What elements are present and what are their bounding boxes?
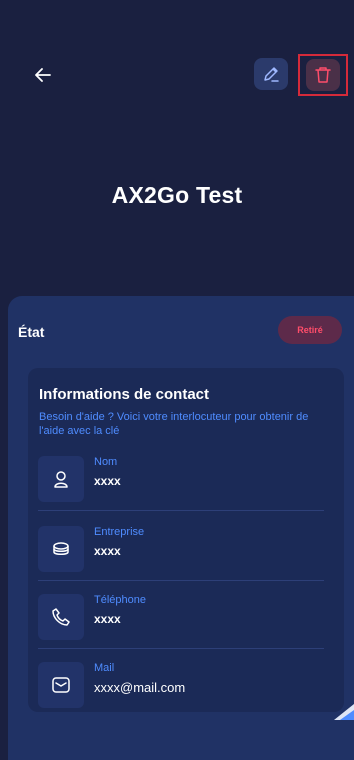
contact-value: xxxx: [94, 474, 121, 488]
contact-value: xxxx: [94, 544, 121, 558]
header-area: AX2Go Test: [0, 0, 354, 300]
contact-row-phone[interactable]: Téléphone xxxx: [38, 590, 326, 650]
contact-subtitle: Besoin d'aide ? Voici votre interlocuteu…: [39, 411, 309, 437]
divider: [38, 510, 324, 511]
edit-button[interactable]: [254, 58, 288, 90]
back-button[interactable]: [28, 60, 58, 90]
phone-icon: [38, 594, 84, 640]
trash-icon: [315, 67, 331, 83]
delete-button[interactable]: [306, 59, 340, 91]
state-row: État Retiré: [18, 316, 342, 348]
building-icon: [38, 526, 84, 572]
contact-title: Informations de contact: [39, 386, 210, 403]
mail-icon: [38, 662, 84, 708]
contact-card: Informations de contact Besoin d'aide ? …: [28, 368, 344, 712]
user-icon: [38, 456, 84, 502]
contact-label: Téléphone: [94, 594, 146, 606]
status-badge: Retiré: [278, 316, 342, 344]
arrow-left-icon: [35, 68, 51, 82]
corner-decoration: [334, 704, 354, 720]
divider: [38, 580, 324, 581]
page-title: AX2Go Test: [111, 182, 243, 208]
contact-row-name: Nom xxxx: [38, 452, 326, 512]
state-label: État: [18, 324, 45, 340]
contact-row-company: Entreprise xxxx: [38, 522, 326, 582]
pencil-icon: [264, 67, 279, 82]
contact-label: Nom: [94, 456, 118, 468]
divider: [38, 648, 324, 649]
contact-label: Entreprise: [94, 526, 145, 538]
delete-button-highlight: [298, 54, 348, 96]
contact-label: Mail: [94, 662, 115, 674]
contact-value: xxxx: [94, 612, 121, 626]
contact-value: xxxx@mail.com: [94, 680, 186, 695]
contact-row-mail[interactable]: Mail xxxx@mail.com: [38, 658, 326, 718]
